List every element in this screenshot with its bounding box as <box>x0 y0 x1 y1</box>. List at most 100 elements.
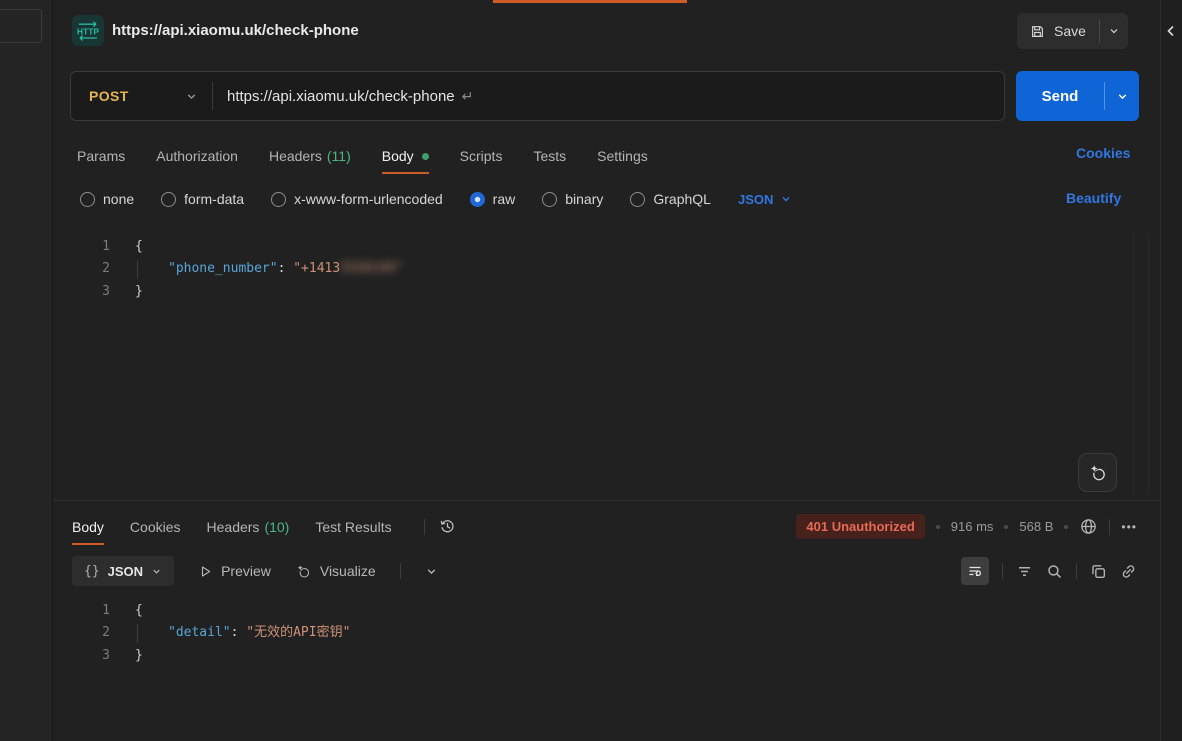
send-options-button[interactable] <box>1105 71 1139 121</box>
save-button[interactable]: Save <box>1017 13 1099 49</box>
response-time: 916 ms <box>951 519 994 534</box>
radio-raw[interactable]: raw <box>470 191 516 207</box>
more-options-button[interactable]: ••• <box>1121 520 1137 534</box>
filter-button[interactable] <box>1016 563 1033 580</box>
radio-binary[interactable]: binary <box>542 191 603 207</box>
format-label: JSON <box>108 564 143 579</box>
response-tab-cookies[interactable]: Cookies <box>130 509 181 545</box>
collapse-panel-icon[interactable] <box>1166 25 1176 37</box>
tab-label: Body <box>72 519 104 535</box>
method-label: POST <box>89 88 129 104</box>
request-response-divider[interactable] <box>53 500 1160 501</box>
link-button[interactable] <box>1120 563 1137 580</box>
modified-dot <box>422 153 429 160</box>
tab-scripts[interactable]: Scripts <box>460 138 503 174</box>
search-button[interactable] <box>1046 563 1063 580</box>
visualize-button[interactable]: Visualize <box>295 563 376 580</box>
response-history-button[interactable] <box>439 518 456 535</box>
radio-circle <box>630 192 645 207</box>
request-url-bar: POST https://api.xiaomu.uk/check-phone ↵ <box>70 71 1005 121</box>
tab-label: Scripts <box>460 148 503 164</box>
status-badge: 401 Unauthorized <box>796 514 924 539</box>
sidebar-collapsed-panel[interactable] <box>0 9 42 43</box>
postbot-ai-button[interactable] <box>1078 453 1117 492</box>
tab-label: Test Results <box>315 519 391 535</box>
line-number: 3 <box>53 645 110 667</box>
redacted-phone-digits: 5550199" <box>340 261 403 276</box>
line-number: 2 <box>53 258 110 280</box>
headers-count: (11) <box>327 148 351 164</box>
beautify-link[interactable]: Beautify <box>1066 190 1121 206</box>
search-icon <box>1046 563 1063 580</box>
chevron-down-icon <box>151 566 162 577</box>
language-selector[interactable]: JSON <box>738 192 792 207</box>
preview-label: Preview <box>221 563 271 579</box>
wrap-text-button[interactable] <box>961 557 989 585</box>
history-clock-icon <box>439 518 456 535</box>
line-number: 3 <box>53 281 110 303</box>
url-bar-divider <box>212 82 213 110</box>
radio-none[interactable]: none <box>80 191 134 207</box>
play-icon <box>198 564 213 579</box>
response-format-selector[interactable]: {} JSON <box>72 556 174 586</box>
headers-count: (10) <box>264 519 289 535</box>
divider <box>1109 519 1110 535</box>
radio-form-data[interactable]: form-data <box>161 191 244 207</box>
right-sidebar-rail <box>1160 0 1182 741</box>
cookies-link[interactable]: Cookies <box>1076 145 1130 161</box>
copy-icon <box>1090 563 1107 580</box>
code-text: "detail": "无效的API密钥" <box>135 622 350 644</box>
tab-params[interactable]: Params <box>77 138 125 174</box>
radio-label: form-data <box>184 191 244 207</box>
app-window: HTTP https://api.xiaomu.uk/check-phone S… <box>0 0 1182 741</box>
tab-authorization[interactable]: Authorization <box>156 138 238 174</box>
radio-circle <box>161 192 176 207</box>
code-text: { <box>135 600 143 622</box>
left-sidebar-rail <box>0 0 53 741</box>
braces-icon: {} <box>84 564 100 579</box>
wrap-text-icon <box>967 563 983 579</box>
method-selector[interactable]: POST <box>89 72 198 120</box>
radio-graphql[interactable]: GraphQL <box>630 191 711 207</box>
radio-circle <box>271 192 286 207</box>
tab-body[interactable]: Body <box>382 138 429 174</box>
save-button-label: Save <box>1054 23 1086 39</box>
save-icon <box>1030 24 1045 39</box>
divider <box>1076 563 1077 579</box>
preview-button[interactable]: Preview <box>198 563 271 579</box>
response-tabs-extra <box>424 518 456 535</box>
radio-circle <box>542 192 557 207</box>
radio-circle-checked <box>470 192 485 207</box>
copy-button[interactable] <box>1090 563 1107 580</box>
request-body-editor[interactable]: 1 { 2 "phone_number": "+14135550199" 3 } <box>53 232 1160 500</box>
request-title: https://api.xiaomu.uk/check-phone <box>112 22 359 39</box>
globe-icon <box>1079 517 1098 536</box>
response-body-editor[interactable]: 1 { 2 "detail": "无效的API密钥" 3 } <box>53 596 1160 741</box>
network-info-button[interactable] <box>1079 517 1098 536</box>
editor-scrollbar-track[interactable] <box>1133 234 1134 494</box>
chevron-down-icon <box>780 193 792 205</box>
tab-label: Tests <box>533 148 566 164</box>
tab-headers[interactable]: Headers (11) <box>269 138 351 174</box>
radio-label: raw <box>493 191 516 207</box>
tab-label: Headers <box>269 148 322 164</box>
editor-scrollbar-track[interactable] <box>1148 234 1149 494</box>
response-status-cluster: 401 Unauthorized 916 ms 568 B ••• <box>796 513 1137 540</box>
url-input[interactable]: https://api.xiaomu.uk/check-phone ↵ <box>227 72 473 120</box>
tab-tests[interactable]: Tests <box>533 138 566 174</box>
radio-label: GraphQL <box>653 191 711 207</box>
json-separator: : <box>278 261 294 276</box>
divider <box>1002 563 1003 579</box>
response-tab-test-results[interactable]: Test Results <box>315 509 391 545</box>
tab-settings[interactable]: Settings <box>597 138 648 174</box>
save-options-button[interactable] <box>1100 13 1128 49</box>
response-tab-headers[interactable]: Headers(10) <box>207 509 290 545</box>
language-label: JSON <box>738 192 773 207</box>
tab-label: Params <box>77 148 125 164</box>
radio-x-www-form-urlencoded[interactable]: x-www-form-urlencoded <box>271 191 443 207</box>
send-button[interactable]: Send <box>1016 71 1104 121</box>
chevron-down-icon <box>425 565 438 578</box>
code-text: } <box>135 281 143 303</box>
response-tab-body[interactable]: Body <box>72 509 104 545</box>
toolbar-expand-button[interactable] <box>425 565 438 578</box>
